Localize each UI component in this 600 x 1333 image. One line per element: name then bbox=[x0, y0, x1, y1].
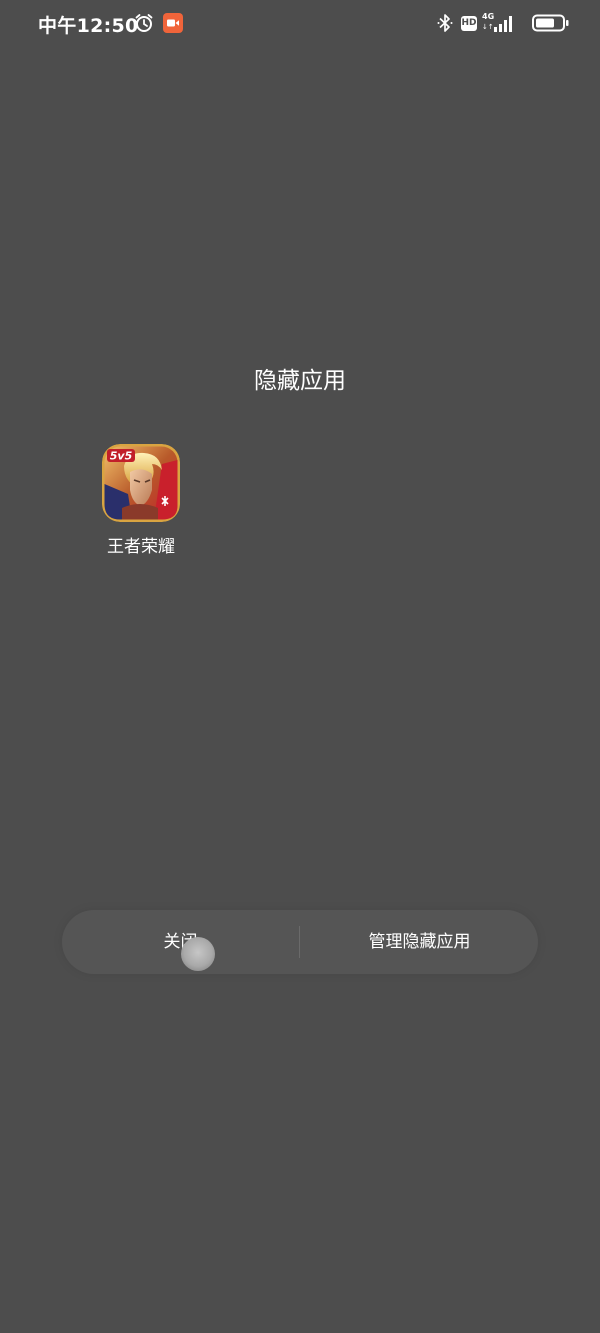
network-indicator: 4G ↓↑ bbox=[482, 12, 516, 33]
app-badge-text: 5v5 bbox=[110, 450, 133, 463]
hd-icon: HD bbox=[461, 15, 477, 31]
battery-icon bbox=[532, 14, 569, 32]
honor-of-kings-app-icon[interactable]: 5v5 bbox=[102, 444, 180, 522]
hidden-apps-screen: 中午12:50 HD 4G ↓↑ 隐藏应用 5v5 王者荣耀 关闭 管理隐藏应用 bbox=[0, 0, 600, 1333]
status-bar: 中午12:50 HD 4G ↓↑ bbox=[0, 0, 600, 48]
app-label: 王者荣耀 bbox=[107, 537, 175, 557]
manage-hidden-apps-button[interactable]: 管理隐藏应用 bbox=[301, 910, 538, 974]
close-button[interactable]: 关闭 bbox=[62, 910, 299, 974]
status-right-group: HD 4G ↓↑ bbox=[437, 12, 570, 34]
action-bar: 关闭 管理隐藏应用 bbox=[62, 910, 538, 974]
alarm-icon bbox=[135, 14, 153, 32]
screen-record-icon bbox=[163, 13, 183, 33]
status-time: 中午12:50 bbox=[38, 15, 139, 37]
touch-indicator bbox=[181, 937, 215, 971]
action-divider bbox=[299, 926, 300, 958]
signal-icon bbox=[494, 16, 512, 32]
hidden-app-item[interactable]: 5v5 王者荣耀 bbox=[92, 444, 190, 557]
bluetooth-icon bbox=[437, 14, 453, 32]
page-title: 隐藏应用 bbox=[254, 368, 346, 394]
